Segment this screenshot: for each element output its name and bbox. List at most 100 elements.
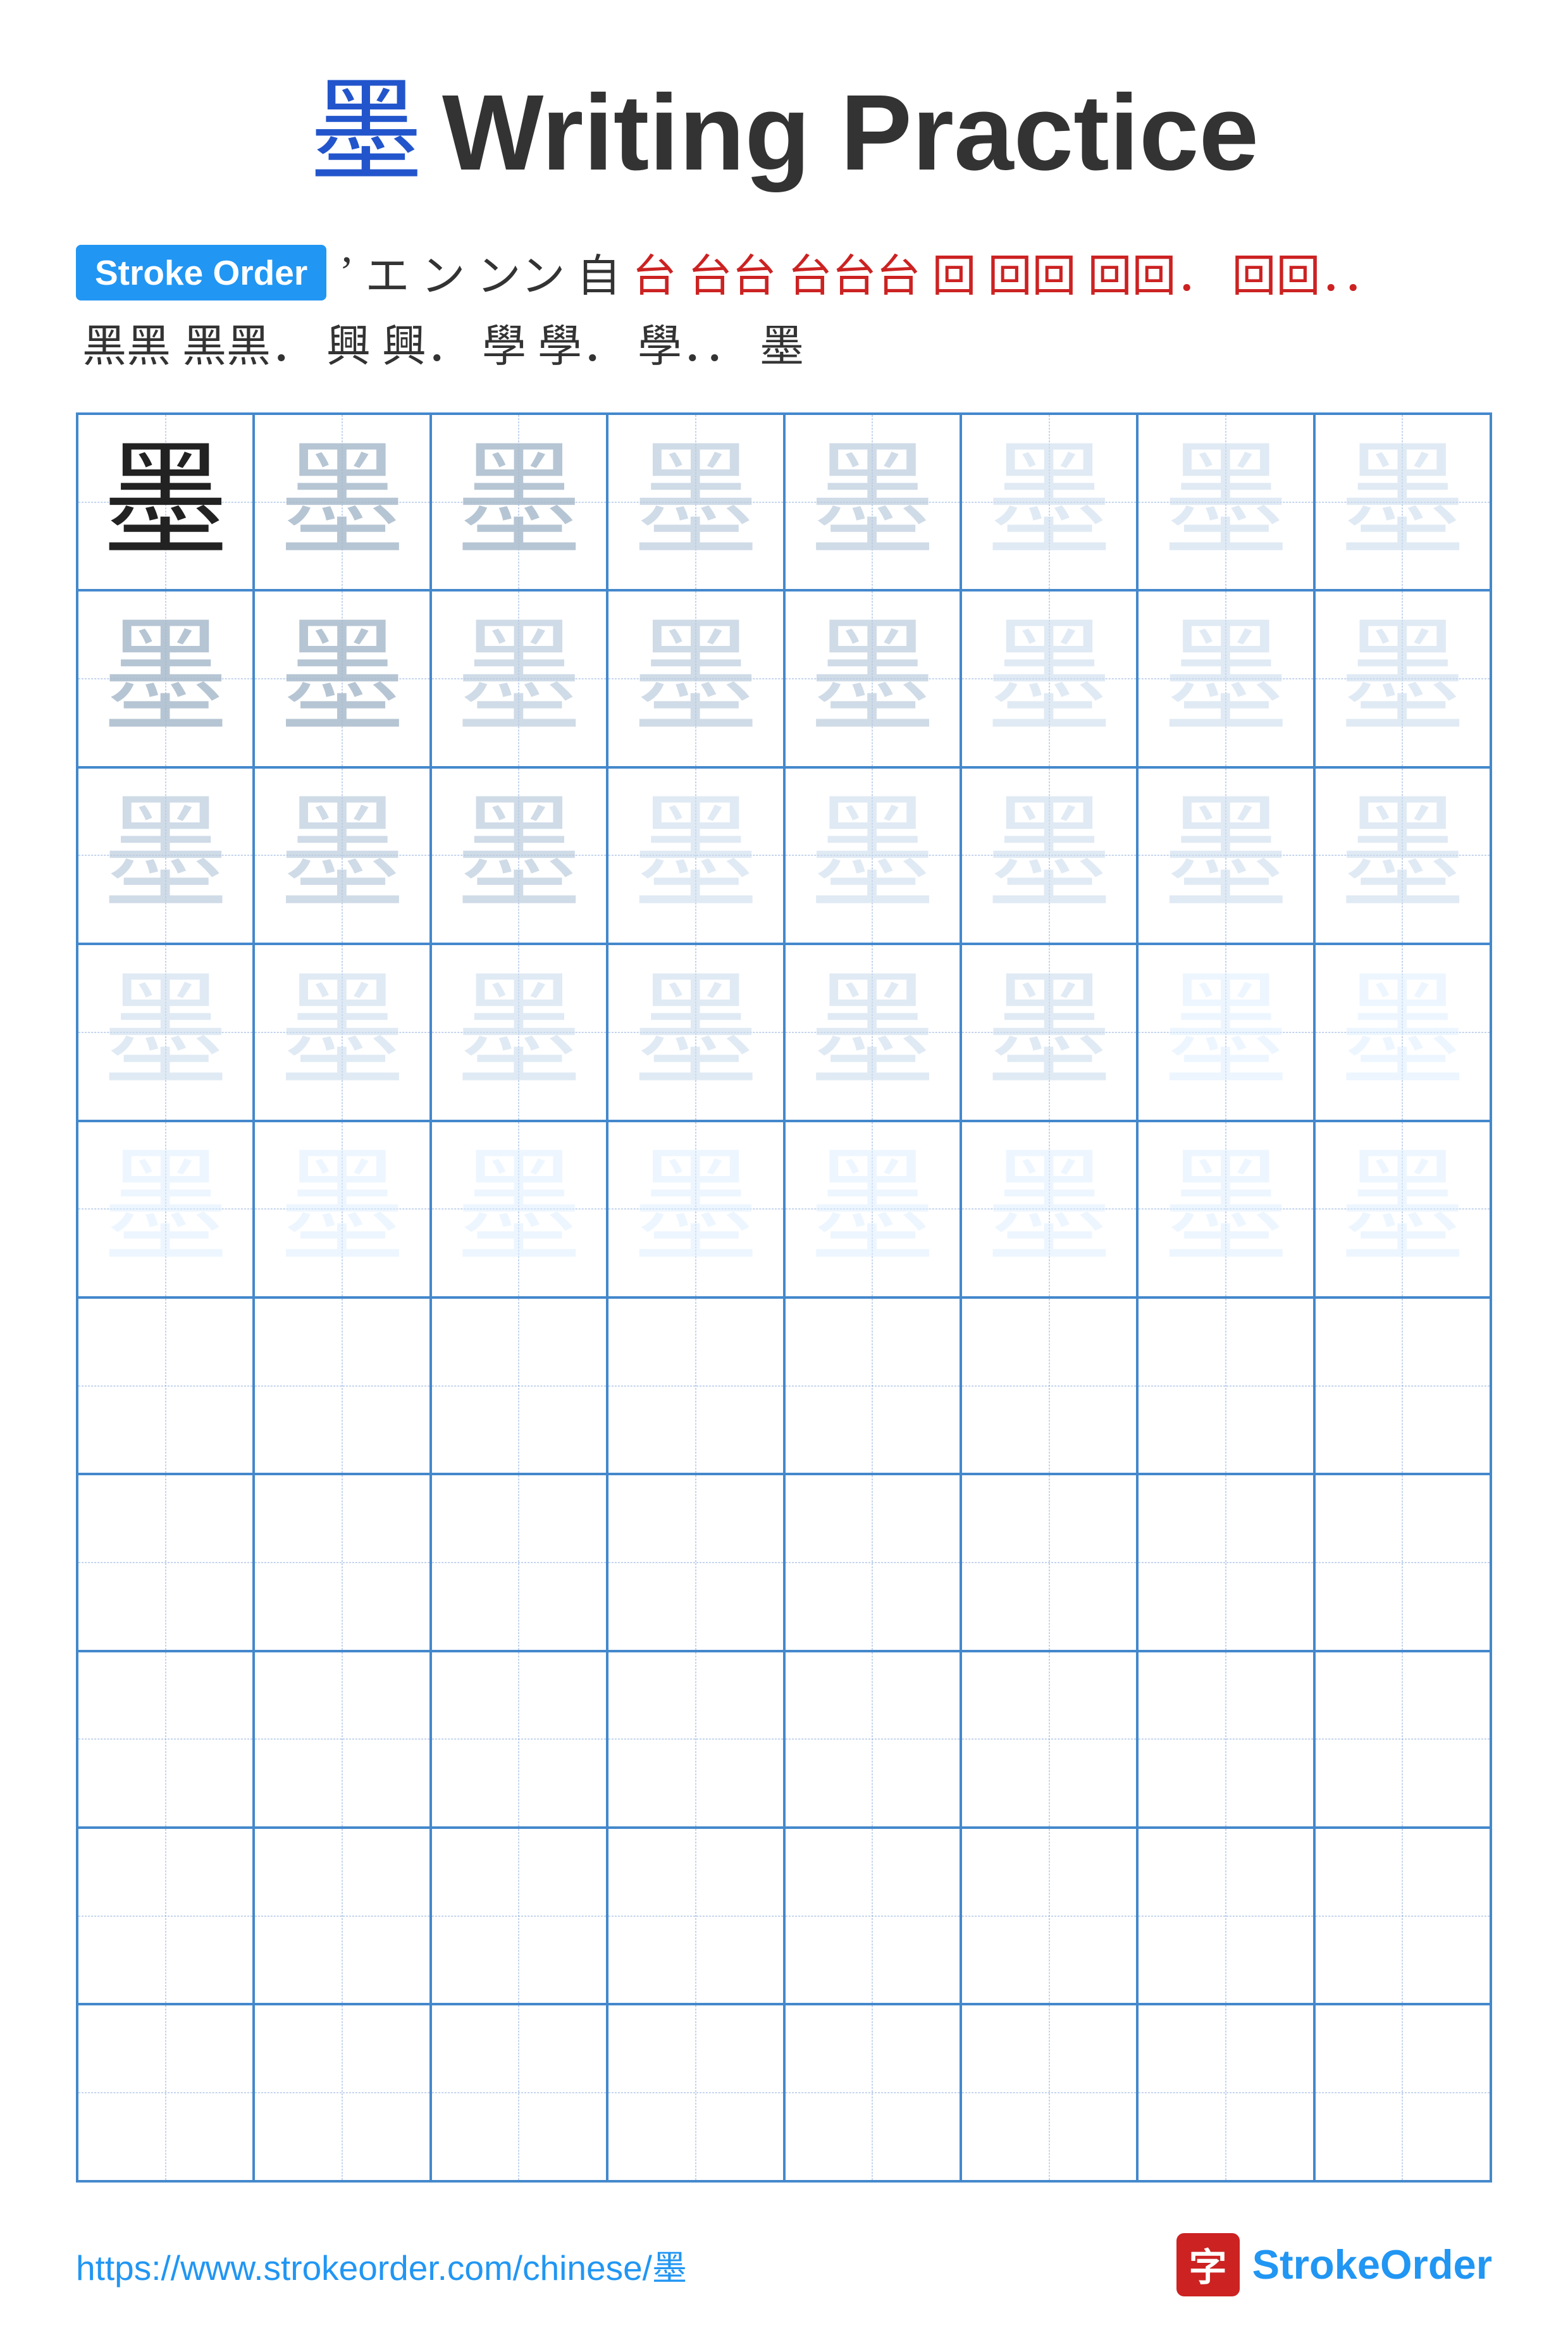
grid-cell-2-8: 墨 <box>1314 590 1491 767</box>
char-g4: 墨 <box>102 1146 229 1272</box>
stroke-9: 回 <box>932 240 977 304</box>
grid-cell-1-3: 墨 <box>431 414 607 590</box>
grid-cell-7-1[interactable] <box>77 1474 254 1650</box>
grid-cell-7-7[interactable] <box>1137 1474 1314 1650</box>
stroke-10: 回回 <box>988 240 1077 304</box>
grid-cell-7-6[interactable] <box>961 1474 1137 1650</box>
grid-cell-8-5[interactable] <box>784 1651 961 1828</box>
stroke-14: 黑黑． <box>182 311 315 375</box>
grid-cell-3-2: 墨 <box>254 767 430 944</box>
grid-row-2: 墨 墨 墨 墨 墨 墨 墨 墨 <box>77 590 1491 767</box>
grid-cell-6-2[interactable] <box>254 1297 430 1474</box>
practice-grid: 墨 墨 墨 墨 墨 墨 墨 墨 <box>76 412 1492 2183</box>
grid-cell-4-3: 墨 <box>431 944 607 1120</box>
grid-cell-7-2[interactable] <box>254 1474 430 1650</box>
grid-cell-6-4[interactable] <box>607 1297 784 1474</box>
stroke-8: 台台台 <box>788 240 921 304</box>
grid-cell-8-6[interactable] <box>961 1651 1137 1828</box>
grid-cell-6-6[interactable] <box>961 1297 1137 1474</box>
char-g4: 墨 <box>1163 1146 1289 1272</box>
grid-cell-10-7[interactable] <box>1137 2004 1314 2181</box>
stroke-5: 自 <box>577 240 621 304</box>
grid-cell-3-8: 墨 <box>1314 767 1491 944</box>
grid-cell-2-6: 墨 <box>961 590 1137 767</box>
grid-row-8 <box>77 1651 1491 1828</box>
grid-cell-7-3[interactable] <box>431 1474 607 1650</box>
char-g1: 墨 <box>455 439 582 566</box>
stroke-order-badge: Stroke Order <box>76 245 326 300</box>
grid-cell-1-2: 墨 <box>254 414 430 590</box>
grid-cell-7-4[interactable] <box>607 1474 784 1650</box>
grid-cell-8-4[interactable] <box>607 1651 784 1828</box>
grid-cell-4-8: 墨 <box>1314 944 1491 1120</box>
grid-cell-5-4: 墨 <box>607 1121 784 1297</box>
grid-cell-8-2[interactable] <box>254 1651 430 1828</box>
grid-cell-9-1[interactable] <box>77 1828 254 2004</box>
char-g3: 墨 <box>102 969 229 1096</box>
grid-cell-6-8[interactable] <box>1314 1297 1491 1474</box>
grid-cell-7-8[interactable] <box>1314 1474 1491 1650</box>
char-g4: 墨 <box>1339 969 1466 1096</box>
grid-row-10 <box>77 2004 1491 2181</box>
grid-cell-8-7[interactable] <box>1137 1651 1314 1828</box>
grid-cell-10-2[interactable] <box>254 2004 430 2181</box>
stroke-2: エ <box>366 240 410 304</box>
grid-cell-3-3: 墨 <box>431 767 607 944</box>
grid-cell-10-6[interactable] <box>961 2004 1137 2181</box>
grid-cell-3-4: 墨 <box>607 767 784 944</box>
char-g3: 墨 <box>1339 792 1466 919</box>
grid-cell-10-3[interactable] <box>431 2004 607 2181</box>
grid-row-9 <box>77 1828 1491 2004</box>
brand-name: StrokeOrder <box>1252 2241 1492 2288</box>
grid-cell-9-5[interactable] <box>784 1828 961 2004</box>
char-g4: 墨 <box>455 1146 582 1272</box>
footer-url[interactable]: https://www.strokeorder.com/chinese/墨 <box>76 2239 687 2290</box>
stroke-20: 墨 <box>760 311 804 375</box>
char-dark: 墨 <box>102 439 229 566</box>
grid-cell-9-8[interactable] <box>1314 1828 1491 2004</box>
grid-cell-6-7[interactable] <box>1137 1297 1314 1474</box>
char-g4: 墨 <box>633 1146 759 1272</box>
grid-cell-9-4[interactable] <box>607 1828 784 2004</box>
grid-cell-4-2: 墨 <box>254 944 430 1120</box>
char-g4: 墨 <box>279 1146 405 1272</box>
char-g3: 墨 <box>455 969 582 1096</box>
grid-cell-10-5[interactable] <box>784 2004 961 2181</box>
char-g4: 墨 <box>986 1146 1113 1272</box>
char-g2: 墨 <box>809 616 935 742</box>
grid-row-4: 墨 墨 墨 墨 墨 墨 墨 墨 <box>77 944 1491 1120</box>
grid-cell-9-3[interactable] <box>431 1828 607 2004</box>
stroke-11: 回回． <box>1088 240 1221 304</box>
grid-cell-10-1[interactable] <box>77 2004 254 2181</box>
stroke-order-row1: Stroke Order ’ エ ン ンン 自 台 台台 台台台 回 回回 回回… <box>76 240 1492 304</box>
grid-cell-2-1: 墨 <box>77 590 254 767</box>
char-g2: 墨 <box>633 439 759 566</box>
char-g3: 墨 <box>986 792 1113 919</box>
char-g1: 墨 <box>102 616 229 742</box>
grid-cell-10-8[interactable] <box>1314 2004 1491 2181</box>
brand-stroke: Stroke <box>1252 2241 1380 2288</box>
grid-cell-7-5[interactable] <box>784 1474 961 1650</box>
char-g3: 墨 <box>279 969 405 1096</box>
grid-cell-6-3[interactable] <box>431 1297 607 1474</box>
stroke-3: ン <box>421 240 466 304</box>
title-chinese-char: 墨 <box>309 76 423 190</box>
title-text: Writing Practice <box>442 79 1259 187</box>
grid-cell-6-1[interactable] <box>77 1297 254 1474</box>
grid-cell-9-6[interactable] <box>961 1828 1137 2004</box>
char-g4: 墨 <box>1339 1146 1466 1272</box>
grid-cell-2-4: 墨 <box>607 590 784 767</box>
grid-cell-8-3[interactable] <box>431 1651 607 1828</box>
grid-cell-10-4[interactable] <box>607 2004 784 2181</box>
grid-row-6 <box>77 1297 1491 1474</box>
grid-cell-8-1[interactable] <box>77 1651 254 1828</box>
grid-cell-4-4: 墨 <box>607 944 784 1120</box>
grid-row-7 <box>77 1474 1491 1650</box>
grid-cell-6-5[interactable] <box>784 1297 961 1474</box>
grid-cell-9-7[interactable] <box>1137 1828 1314 2004</box>
grid-cell-2-3: 墨 <box>431 590 607 767</box>
grid-cell-9-2[interactable] <box>254 1828 430 2004</box>
grid-cell-5-1: 墨 <box>77 1121 254 1297</box>
brand-icon: 字 <box>1176 2233 1240 2296</box>
grid-cell-8-8[interactable] <box>1314 1651 1491 1828</box>
